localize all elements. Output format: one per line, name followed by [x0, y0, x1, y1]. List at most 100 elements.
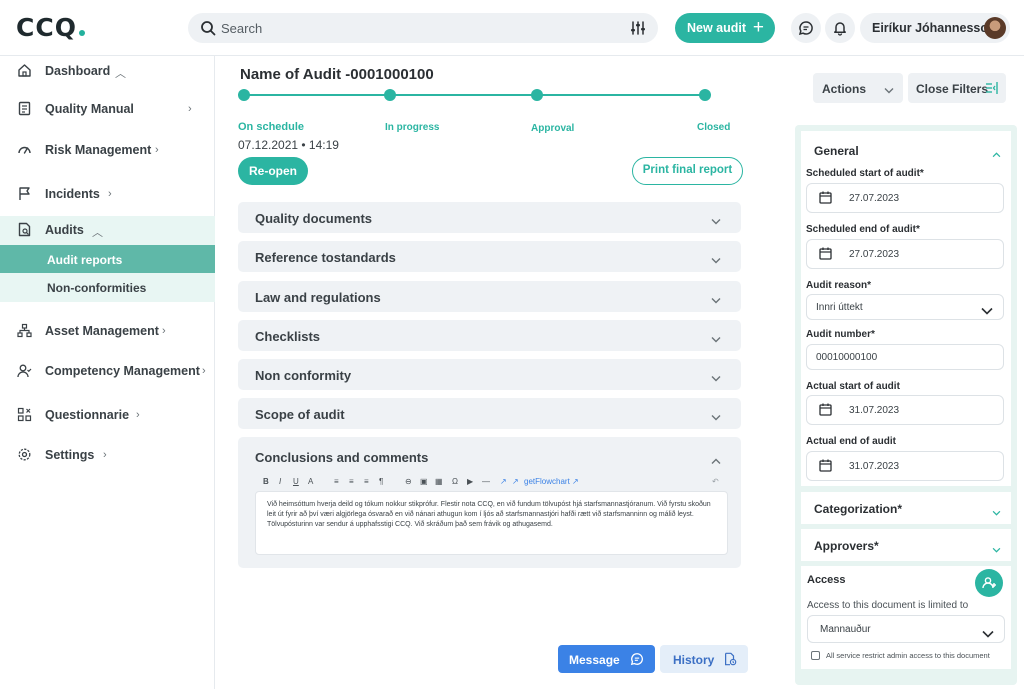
- link-icon[interactable]: ⊖: [405, 477, 412, 486]
- sidebar-item-quality-manual[interactable]: Quality Manual ›: [0, 95, 215, 123]
- user-menu[interactable]: Eiríkur Jóhannesson: [860, 13, 1010, 43]
- hierarchy-icon: [17, 323, 32, 341]
- chevron-right-icon: ›: [103, 449, 107, 461]
- search-icon: [200, 20, 216, 41]
- horizontal-rule-button[interactable]: —: [482, 477, 490, 486]
- progress-node: [531, 89, 543, 101]
- table-icon[interactable]: ▦: [435, 477, 443, 486]
- access-group-select[interactable]: Mannauður: [807, 615, 1005, 643]
- italic-button[interactable]: I: [279, 477, 281, 486]
- sidebar-item-risk-management[interactable]: Risk Management ›: [0, 136, 215, 164]
- chevron-right-icon: ›: [108, 188, 112, 200]
- filters-container: General Scheduled start of audit* 27.07.…: [795, 125, 1017, 685]
- section-scope-of-audit[interactable]: Scope of audit: [238, 398, 741, 429]
- search-bar[interactable]: Search: [188, 13, 658, 43]
- sidebar-item-dashboard[interactable]: Dashboard ︿: [0, 57, 215, 85]
- get-flowchart-link[interactable]: getFlowchart ↗: [524, 477, 579, 486]
- chevron-up-icon[interactable]: [711, 452, 721, 470]
- chevron-right-icon: ›: [136, 409, 140, 421]
- filter-sliders-icon[interactable]: [630, 20, 646, 41]
- video-icon[interactable]: ▶: [467, 477, 473, 486]
- gauge-icon: [17, 142, 32, 160]
- sidebar-item-questionnarie[interactable]: Questionnarie ›: [0, 401, 215, 429]
- audit-reason-select[interactable]: Innri úttekt: [806, 294, 1004, 320]
- sidebar-item-incidents[interactable]: Incidents ›: [0, 180, 215, 208]
- app-logo[interactable]: CCQ: [16, 13, 85, 42]
- image-icon[interactable]: ▣: [420, 477, 428, 486]
- history-document-icon: [725, 652, 737, 666]
- section-law-and-regulations[interactable]: Law and regulations: [238, 281, 741, 312]
- audit-number-field[interactable]: 00010000100: [806, 344, 1004, 370]
- section-non-conformity[interactable]: Non conformity: [238, 359, 741, 390]
- sidebar-subitem-audit-reports[interactable]: Audit reports: [0, 245, 215, 273]
- field-value: 27.07.2023: [849, 193, 900, 204]
- restrict-admin-checkbox[interactable]: [811, 651, 820, 660]
- field-label: Audit number*: [806, 329, 875, 340]
- section-quality-documents[interactable]: Quality documents: [238, 202, 741, 233]
- sidebar-item-label: Incidents: [45, 187, 100, 201]
- section-reference-to-standards[interactable]: Reference tostandards: [238, 241, 741, 272]
- new-audit-label: New audit: [687, 21, 747, 35]
- sidebar-item-label: Questionnarie: [45, 408, 130, 422]
- underline-button[interactable]: U: [293, 477, 299, 486]
- field-value: 31.07.2023: [849, 405, 900, 416]
- new-audit-button[interactable]: New audit +: [675, 13, 775, 43]
- sidebar-subitem-label: Non-conformities: [47, 281, 147, 295]
- sidebar-item-audits[interactable]: Audits ︿: [0, 216, 215, 245]
- message-label: Message: [569, 653, 620, 667]
- book-icon: [17, 101, 32, 119]
- section-label[interactable]: Conclusions and comments: [255, 450, 428, 465]
- section-label: Reference tostandards: [255, 250, 396, 265]
- sidebar-item-competency-management[interactable]: Competency Management ›: [0, 357, 215, 385]
- chevron-down-icon: [981, 302, 993, 320]
- flag-icon: [17, 186, 32, 204]
- main-content: Name of Audit -0001000100 On schedule In…: [216, 56, 791, 689]
- sidebar-subitem-non-conformities[interactable]: Non-conformities: [0, 273, 215, 302]
- add-user-access-button[interactable]: [975, 569, 1003, 597]
- chevron-up-icon: ︿: [115, 68, 126, 80]
- history-button[interactable]: History: [660, 645, 748, 673]
- chevron-down-icon: [884, 83, 894, 97]
- section-conclusions-and-comments: Conclusions and comments B I U A ≡ ≡ ≡ ¶…: [238, 437, 741, 568]
- undo-icon[interactable]: ↶: [712, 477, 719, 486]
- actions-dropdown[interactable]: Actions: [813, 73, 903, 103]
- message-button[interactable]: Message: [558, 645, 655, 673]
- special-char-icon[interactable]: Ω: [452, 477, 458, 486]
- search-input[interactable]: Search: [221, 21, 262, 36]
- comments-editor[interactable]: Við heimsóttum hverja deild og tókum nok…: [255, 491, 728, 555]
- actual-start-date-field[interactable]: 31.07.2023: [806, 395, 1004, 425]
- sidebar-item-label: Asset Management: [45, 324, 159, 338]
- chevron-up-icon[interactable]: [992, 145, 1001, 163]
- chevron-down-icon: [711, 408, 721, 426]
- general-title[interactable]: General: [814, 144, 859, 158]
- print-final-report-button[interactable]: Print final report: [632, 157, 743, 185]
- align-left-button[interactable]: ≡: [334, 477, 339, 486]
- progress-node: [384, 89, 396, 101]
- restrict-admin-checkbox-label: All service restrict admin access to thi…: [826, 651, 990, 660]
- bold-button[interactable]: B: [263, 477, 269, 486]
- sidebar-item-settings[interactable]: Settings ›: [0, 441, 215, 469]
- calendar-icon: [819, 459, 832, 477]
- sidebar-item-asset-management[interactable]: Asset Management ›: [0, 317, 215, 345]
- scheduled-end-date-field[interactable]: 27.07.2023: [806, 239, 1004, 269]
- general-card: General Scheduled start of audit* 27.07.…: [801, 131, 1011, 486]
- approvers-card[interactable]: Approvers*: [801, 529, 1011, 561]
- actual-end-date-field[interactable]: 31.07.2023: [806, 451, 1004, 481]
- sidebar-item-label: Audits: [45, 223, 84, 237]
- chevron-down-icon: [982, 625, 994, 643]
- close-filters-button[interactable]: Close Filters: [908, 73, 1006, 103]
- font-size-button[interactable]: A: [308, 477, 313, 486]
- reopen-button[interactable]: Re-open: [238, 157, 308, 185]
- scheduled-start-date-field[interactable]: 27.07.2023: [806, 183, 1004, 213]
- align-center-button[interactable]: ≡: [349, 477, 354, 486]
- list-button[interactable]: ≡: [364, 477, 369, 486]
- section-checklists[interactable]: Checklists: [238, 320, 741, 351]
- calendar-icon: [819, 191, 832, 209]
- categorization-card[interactable]: Categorization*: [801, 492, 1011, 524]
- field-value: 27.07.2023: [849, 249, 900, 260]
- external-link-icon[interactable]: ↗: [500, 477, 507, 486]
- paragraph-button[interactable]: ¶: [379, 477, 383, 486]
- chat-button[interactable]: [791, 13, 821, 43]
- notifications-button[interactable]: [825, 13, 855, 43]
- external-link-icon[interactable]: ↗: [512, 477, 519, 486]
